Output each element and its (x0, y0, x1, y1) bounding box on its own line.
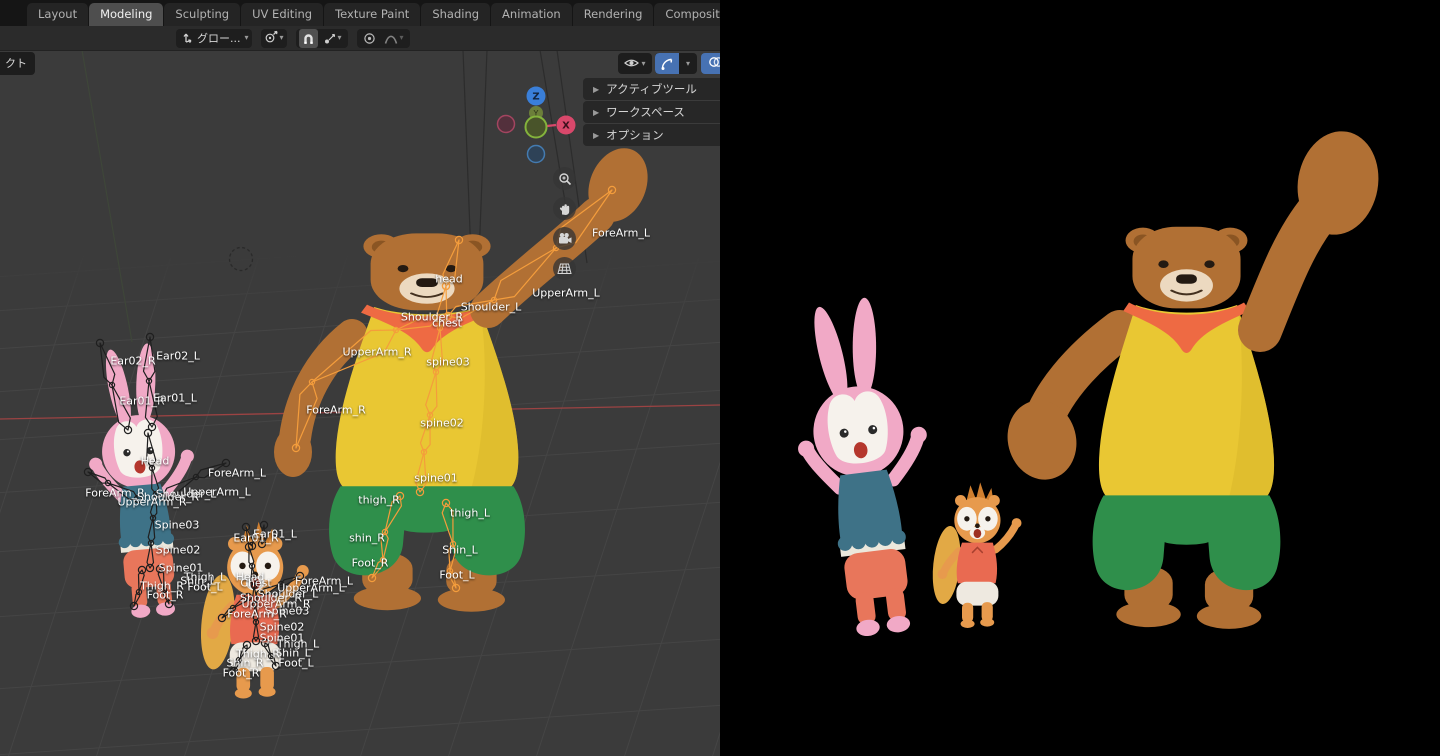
workspace-tabs: Layout Modeling Sculpting UV Editing Texture… (0, 0, 720, 26)
panel-section-2[interactable]: ▶ オプション (583, 124, 720, 146)
tool-settings-bar: グロー... ▾ ▾ ▾ ▾ (0, 26, 720, 51)
blender-ui-half: ForeArm_L head UpperArm_L Shoulder_L Shoulde… (0, 0, 720, 756)
zoom-button[interactable] (553, 167, 576, 190)
panel-section-label: ワークスペース (606, 105, 685, 119)
orientation-value: グロー... (197, 32, 241, 45)
proportional-editing-button[interactable] (360, 29, 379, 48)
chevron-down-icon: ▾ (685, 58, 690, 68)
overlays-icon (708, 54, 720, 73)
transform-orientation-dropdown[interactable]: グロー... ▾ (176, 28, 252, 48)
overlays-button[interactable] (701, 53, 720, 74)
camera-button[interactable] (553, 227, 576, 250)
object-visibility-button[interactable]: ▾ (618, 53, 652, 74)
svg-text:Z: Z (532, 92, 539, 103)
blender-window: ForeArm_L head UpperArm_L Shoulder_L Shoulde… (0, 0, 1440, 756)
chevron-down-icon: ▾ (399, 33, 404, 42)
tab-texture-paint[interactable]: Texture Paint (324, 3, 421, 26)
gizmo-neg-x-ball[interactable] (496, 114, 516, 134)
object-visibility-icon (624, 54, 640, 73)
pivot-point-dropdown[interactable]: ▾ (260, 28, 287, 48)
panel-section-label: オプション (606, 128, 664, 142)
panel-section-1[interactable]: ▶ ワークスペース (583, 101, 720, 123)
chevron-down-icon: ▾ (337, 33, 342, 42)
proportional-group: ▾ (356, 28, 410, 48)
tab-sculpting[interactable]: Sculpting (164, 3, 241, 26)
pivot-point-icon (264, 29, 278, 48)
svg-text:X: X (562, 121, 570, 132)
camera-icon (559, 233, 572, 244)
panel-arrow-icon: ▶ (593, 107, 600, 117)
tab-rendering[interactable]: Rendering (572, 3, 654, 26)
falloff-curve-button[interactable]: ▾ (381, 29, 407, 48)
nav-gizmo[interactable]: Y Z X (490, 80, 582, 166)
tab-layout[interactable]: Layout (27, 3, 89, 26)
gizmo-center-ball[interactable] (524, 115, 548, 139)
topbar: Layout Modeling Sculpting UV Editing Texture… (0, 0, 720, 26)
chevron-down-icon: ▾ (641, 58, 646, 68)
tab-modeling[interactable]: Modeling (89, 3, 164, 26)
hand-icon (559, 203, 569, 215)
snap-magnet-button[interactable] (298, 28, 318, 48)
hand-button[interactable] (553, 197, 576, 220)
transform-orientation-icon (179, 29, 193, 48)
tab-animation[interactable]: Animation (491, 3, 572, 26)
gizmo-neg-z-ball[interactable] (526, 144, 546, 164)
gizmos-button[interactable]: ▾ (655, 53, 697, 74)
mode-dropdown-partial[interactable]: クト (0, 52, 35, 75)
sidebar-panels: ▶ アクティブツール ▶ ワークスペース ▶ オプション (583, 78, 720, 147)
render-view (720, 0, 1440, 756)
panel-section-0[interactable]: ▶ アクティブツール (583, 78, 720, 100)
tab-shading[interactable]: Shading (421, 3, 491, 26)
tab-uv-editing[interactable]: UV Editing (241, 3, 324, 26)
chevron-down-icon: ▾ (244, 33, 249, 42)
grid-button[interactable] (553, 257, 576, 280)
panel-arrow-icon: ▶ (593, 84, 600, 94)
chevron-down-icon: ▾ (279, 33, 284, 42)
tab-compositing[interactable]: Compositing (654, 3, 720, 26)
panel-arrow-icon: ▶ (593, 130, 600, 140)
gizmos-icon (655, 53, 679, 74)
grid-icon (557, 263, 572, 274)
snap-group: ▾ (295, 28, 348, 48)
snap-target-button[interactable]: ▾ (320, 29, 345, 48)
zoom-icon (558, 172, 571, 185)
viewport-nav-buttons (553, 167, 576, 280)
render-canvas (720, 0, 1440, 756)
panel-section-label: アクティブツール (606, 82, 697, 96)
